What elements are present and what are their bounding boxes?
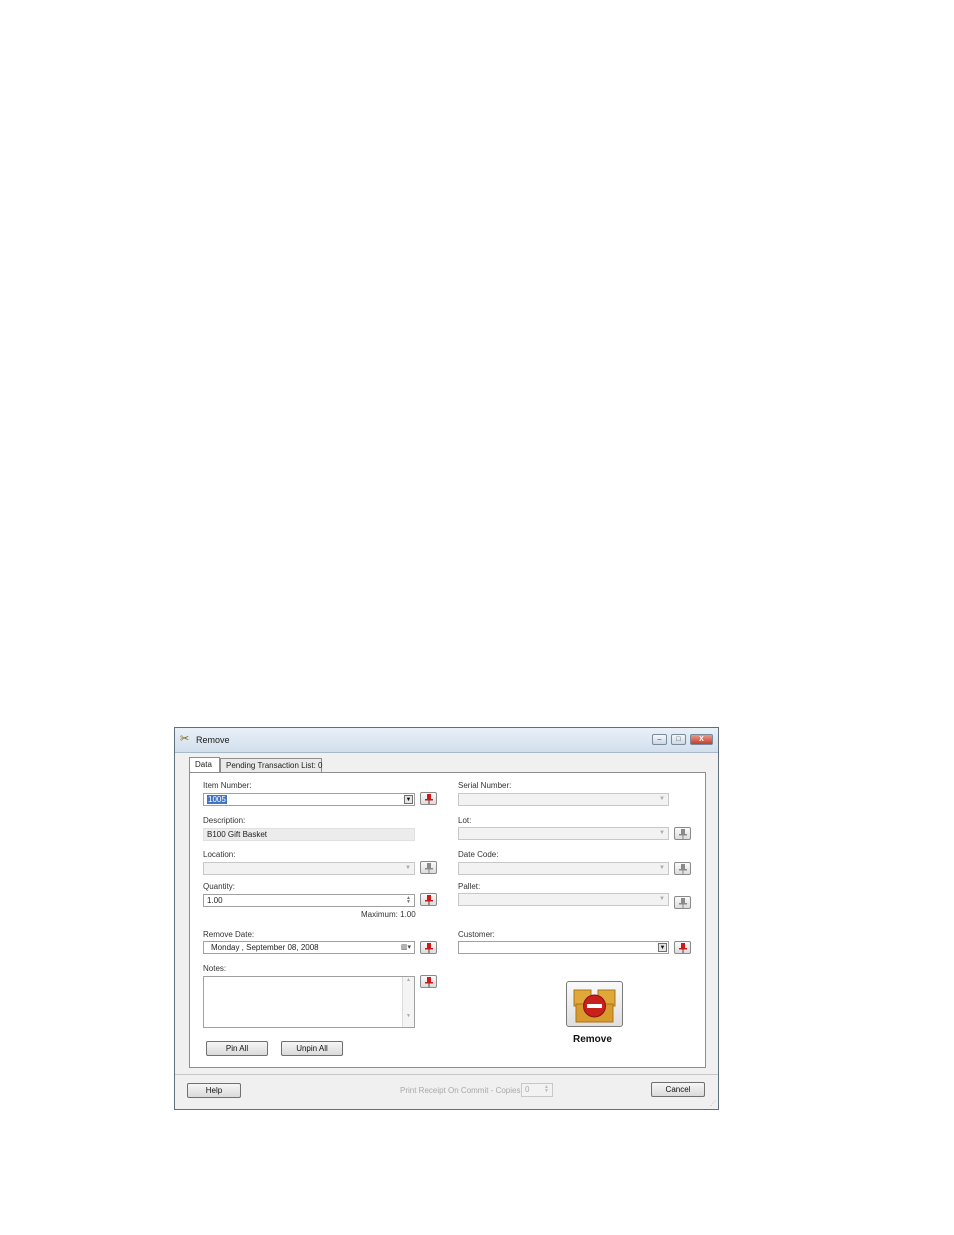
item-number-pin-button[interactable] <box>420 792 437 805</box>
chevron-down-icon[interactable]: ▼ <box>658 943 667 952</box>
pallet-label: Pallet: <box>458 882 481 891</box>
serial-number-label: Serial Number: <box>458 781 512 790</box>
pin-icon <box>425 977 433 987</box>
maximize-button[interactable]: □ <box>671 734 686 745</box>
minimize-button[interactable]: – <box>652 734 667 745</box>
spinner-arrows-icon[interactable]: ▲ ▼ <box>542 1085 551 1094</box>
copies-stepper[interactable]: 0 ▲ ▼ <box>521 1083 553 1097</box>
chevron-down-icon: ▼ <box>659 896 665 902</box>
location-pin-button[interactable] <box>420 861 437 874</box>
chevron-down-icon[interactable]: ▼ <box>404 795 413 804</box>
quantity-pin-button[interactable] <box>420 893 437 906</box>
remove-date-picker[interactable]: Monday , September 08, 2008 ▥▾ <box>203 941 415 954</box>
remove-dialog: ✂ Remove – □ X Data Pending Transaction … <box>174 727 719 1110</box>
chevron-down-icon: ▼ <box>659 865 665 871</box>
help-button[interactable]: Help <box>187 1083 241 1098</box>
calendar-icon[interactable]: ▥▾ <box>401 942 411 953</box>
lot-label: Lot: <box>458 816 472 825</box>
remove-date-label: Remove Date: <box>203 930 255 939</box>
item-number-label: Item Number: <box>203 781 252 790</box>
location-label: Location: <box>203 850 236 859</box>
unpin-all-button[interactable]: Unpin All <box>281 1041 343 1056</box>
pin-icon <box>679 864 687 874</box>
print-receipt-label: Print Receipt On Commit - Copies: <box>400 1086 523 1095</box>
tab-data[interactable]: Data <box>189 757 220 772</box>
close-button[interactable]: X <box>690 734 713 745</box>
remove-action-label: Remove <box>573 1034 612 1045</box>
pallet-pin-button[interactable] <box>674 896 691 909</box>
app-icon: ✂ <box>180 733 190 745</box>
chevron-down-icon: ▼ <box>659 830 665 836</box>
pin-icon <box>679 943 687 953</box>
notes-scrollbar[interactable]: ▲ ▼ <box>402 977 414 1027</box>
quantity-stepper[interactable]: 1.00 ▲ ▼ <box>203 894 415 907</box>
chevron-down-icon: ▼ <box>405 865 411 871</box>
window-title: Remove <box>196 735 230 745</box>
tab-pending-transaction-list[interactable]: Pending Transaction List: 0 <box>220 758 323 772</box>
pin-icon <box>425 895 433 905</box>
chevron-down-icon: ▼ <box>659 796 665 802</box>
cancel-button[interactable]: Cancel <box>651 1082 705 1097</box>
pin-icon <box>425 863 433 873</box>
description-label: Description: <box>203 816 246 825</box>
copies-value: 0 <box>525 1085 530 1094</box>
date-code-pin-button[interactable] <box>674 862 691 875</box>
notes-textarea[interactable]: ▲ ▼ <box>203 976 415 1028</box>
quantity-value: 1.00 <box>207 896 223 905</box>
remove-action-button[interactable] <box>566 981 623 1027</box>
item-number-combobox[interactable]: 1005 ▼ <box>203 793 415 806</box>
spinner-arrows-icon[interactable]: ▲ ▼ <box>404 896 413 905</box>
date-code-combobox[interactable]: ▼ <box>458 862 669 875</box>
remove-boxes-icon <box>573 989 616 1023</box>
pin-icon <box>425 794 433 804</box>
notes-pin-button[interactable] <box>420 975 437 988</box>
footer-divider <box>175 1074 718 1075</box>
lot-pin-button[interactable] <box>674 827 691 840</box>
pin-icon <box>679 829 687 839</box>
item-number-value: 1005 <box>207 795 227 804</box>
location-combobox[interactable]: ▼ <box>203 862 415 875</box>
serial-number-combobox[interactable]: ▼ <box>458 793 669 806</box>
pallet-combobox[interactable]: ▼ <box>458 893 669 906</box>
customer-label: Customer: <box>458 930 495 939</box>
customer-pin-button[interactable] <box>674 941 691 954</box>
pin-icon <box>425 943 433 953</box>
title-bar: ✂ Remove – □ X <box>175 728 718 753</box>
quantity-label: Quantity: <box>203 882 236 891</box>
data-panel: Item Number: 1005 ▼ Description: B100 Gi… <box>189 772 706 1068</box>
remove-date-value: Monday , September 08, 2008 <box>211 943 319 952</box>
date-code-label: Date Code: <box>458 850 499 859</box>
description-field: B100 Gift Basket <box>203 828 415 841</box>
resize-grip-icon[interactable]: ⋰ <box>710 1101 716 1107</box>
notes-label: Notes: <box>203 964 227 973</box>
pin-icon <box>679 898 687 908</box>
customer-combobox[interactable]: ▼ <box>458 941 669 954</box>
lot-combobox[interactable]: ▼ <box>458 827 669 840</box>
remove-date-pin-button[interactable] <box>420 941 437 954</box>
pin-all-button[interactable]: Pin All <box>206 1041 268 1056</box>
quantity-maximum: Maximum: 1.00 <box>361 910 416 919</box>
